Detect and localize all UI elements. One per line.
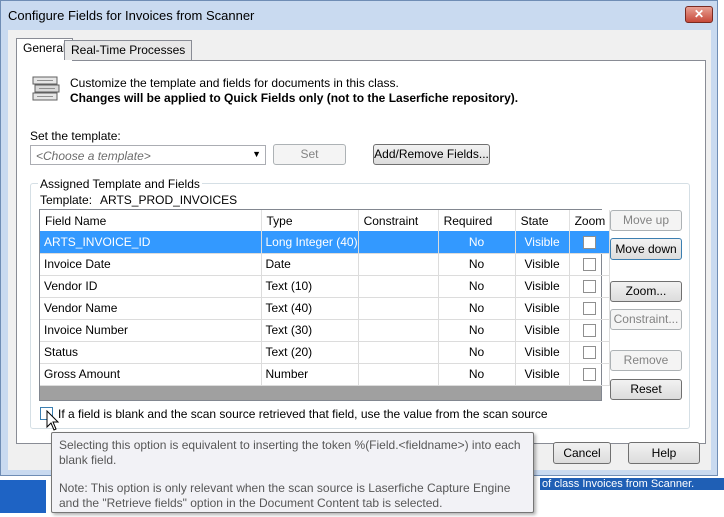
close-button[interactable]: ✕	[685, 6, 713, 23]
cell-state: Visible	[515, 363, 570, 386]
table-row[interactable]: Vendor Name Text (40) No Visible	[40, 297, 610, 320]
cell-zoom	[569, 297, 610, 320]
help-button[interactable]: Help	[628, 442, 700, 464]
book-stack-icon	[32, 76, 60, 101]
background-status-text: of class Invoices from Scanner.	[540, 478, 724, 490]
cell-required: No	[438, 275, 516, 298]
template-value: ARTS_PROD_INVOICES	[100, 193, 238, 207]
cell-constraint	[358, 275, 439, 298]
zoom-checkbox[interactable]	[582, 280, 596, 294]
cell-state: Visible	[515, 341, 570, 364]
cell-zoom	[569, 319, 610, 342]
cell-type: Number	[261, 363, 359, 386]
cell-zoom	[569, 275, 610, 298]
column-header-constraint[interactable]: Constraint	[358, 210, 439, 231]
move-up-button[interactable]: Move up	[610, 210, 682, 231]
window-title: Configure Fields for Invoices from Scann…	[8, 8, 255, 23]
tooltip: Selecting this option is equivalent to i…	[51, 432, 534, 513]
reset-button[interactable]: Reset	[610, 379, 682, 400]
blank-field-label: If a field is blank and the scan source …	[58, 407, 548, 421]
zoom-checkbox[interactable]	[582, 368, 596, 382]
table-row[interactable]: Vendor ID Text (10) No Visible	[40, 275, 610, 298]
cell-zoom	[569, 341, 610, 364]
column-header-required[interactable]: Required	[438, 210, 516, 231]
move-down-button[interactable]: Move down	[610, 238, 682, 260]
cell-state: Visible	[515, 253, 570, 276]
tab-real-time-processes[interactable]: Real-Time Processes	[64, 40, 193, 60]
cell-field-name: Gross Amount	[40, 363, 262, 386]
cell-field-name: Invoice Number	[40, 319, 262, 342]
table-row[interactable]: Invoice Number Text (30) No Visible	[40, 319, 610, 342]
table-header-row: Field Name Type Constraint Required Stat…	[40, 210, 610, 231]
cell-type: Long Integer (40)	[261, 231, 359, 254]
cell-field-name: Vendor ID	[40, 275, 262, 298]
cell-required: No	[438, 253, 516, 276]
cell-field-name: ARTS_INVOICE_ID	[40, 231, 262, 254]
zoom-checkbox[interactable]	[582, 258, 596, 272]
cell-constraint	[358, 363, 439, 386]
cell-constraint	[358, 319, 439, 342]
constraint-button[interactable]: Constraint...	[610, 309, 682, 330]
column-header-zoom[interactable]: Zoom	[569, 210, 610, 231]
cell-required: No	[438, 231, 516, 254]
set-template-button[interactable]: Set	[273, 144, 346, 165]
table-row[interactable]: Invoice Date Date No Visible	[40, 253, 610, 276]
tooltip-note: Note: This option is only relevant when …	[59, 481, 511, 510]
group-title: Assigned Template and Fields	[38, 177, 202, 191]
cell-required: No	[438, 319, 516, 342]
intro-text: Customize the template and fields for do…	[70, 76, 399, 90]
cell-constraint	[358, 341, 439, 364]
remove-button[interactable]: Remove	[610, 350, 682, 371]
cell-constraint	[358, 253, 439, 276]
background-panel	[0, 480, 46, 513]
grid-empty-area	[40, 385, 601, 400]
cell-type: Text (10)	[261, 275, 359, 298]
tooltip-text: Selecting this option is equivalent to i…	[59, 438, 521, 467]
cell-zoom	[569, 363, 610, 386]
mouse-cursor-icon	[46, 410, 60, 431]
zoom-checkbox[interactable]	[582, 346, 596, 360]
template-dropdown[interactable]: <Choose a template> ▼	[30, 145, 266, 165]
cell-required: No	[438, 297, 516, 320]
cell-required: No	[438, 363, 516, 386]
fields-table: Field Name Type Constraint Required Stat…	[40, 210, 610, 386]
intro-warning: Changes will be applied to Quick Fields …	[70, 91, 519, 105]
cell-constraint	[358, 231, 439, 254]
cell-field-name: Invoice Date	[40, 253, 262, 276]
cell-field-name: Vendor Name	[40, 297, 262, 320]
chevron-down-icon: ▼	[252, 149, 261, 159]
cell-state: Visible	[515, 231, 570, 254]
cell-state: Visible	[515, 275, 570, 298]
zoom-checkbox[interactable]	[582, 302, 596, 316]
zoom-checkbox[interactable]	[582, 235, 596, 249]
cell-zoom	[569, 231, 610, 254]
table-row[interactable]: ARTS_INVOICE_ID Long Integer (40) No Vis…	[40, 231, 610, 254]
cell-field-name: Status	[40, 341, 262, 364]
cell-state: Visible	[515, 319, 570, 342]
set-template-label: Set the template:	[30, 129, 121, 143]
zoom-checkbox[interactable]	[582, 324, 596, 338]
cell-type: Text (40)	[261, 297, 359, 320]
template-label: Template:	[40, 193, 93, 207]
column-header-field-name[interactable]: Field Name	[40, 210, 262, 231]
template-placeholder: <Choose a template>	[36, 149, 151, 163]
cell-state: Visible	[515, 297, 570, 320]
cell-zoom	[569, 253, 610, 276]
table-row[interactable]: Gross Amount Number No Visible	[40, 363, 610, 386]
table-row[interactable]: Status Text (20) No Visible	[40, 341, 610, 364]
cell-type: Text (20)	[261, 341, 359, 364]
cell-required: No	[438, 341, 516, 364]
cell-constraint	[358, 297, 439, 320]
cancel-button[interactable]: Cancel	[553, 442, 611, 464]
column-header-type[interactable]: Type	[261, 210, 359, 231]
column-header-state[interactable]: State	[515, 210, 570, 231]
zoom-button[interactable]: Zoom...	[610, 281, 682, 302]
cell-type: Text (30)	[261, 319, 359, 342]
cell-type: Date	[261, 253, 359, 276]
add-remove-fields-button[interactable]: Add/Remove Fields...	[373, 144, 490, 165]
